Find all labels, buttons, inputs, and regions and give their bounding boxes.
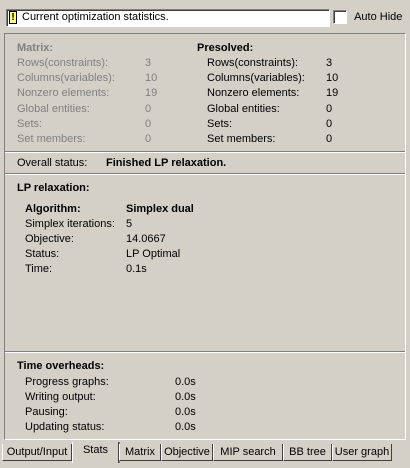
matrix-columns-label: Columns(variables): [17,72,115,84]
presolved-sets-value: 0 [326,118,333,130]
divider [5,173,405,175]
time-value: 0.1s [126,263,147,275]
tab-user-graph[interactable]: User graph [332,444,392,461]
pausing-value: 0.0s [175,406,196,418]
info-text: Current optimization statistics. [22,11,169,23]
matrix-columns-value: 10 [145,72,158,84]
autohide-control[interactable]: Auto Hide [333,10,402,24]
algorithm-label: Algorithm: [25,203,81,215]
progress-graphs-label: Progress graphs: [25,376,109,388]
matrix-nonzero-label: Nonzero elements: [17,87,110,99]
presolved-rows-label: Rows(constraints): [207,57,299,69]
matrix-nonzero-value: 19 [145,87,158,99]
matrix-setmembers-label: Set members: [17,133,86,145]
presolved-title: Presolved: [197,42,254,54]
presolved-columns-label: Columns(variables): [207,72,305,84]
stats-panel: Matrix: Presolved: Rows(constraints): 3 … [4,33,406,440]
updating-status-value: 0.0s [175,421,196,433]
matrix-title: Matrix: [17,42,54,54]
presolved-setmembers-value: 0 [326,133,333,145]
info-box: ! Current optimization statistics. [6,9,330,27]
matrix-rows-value: 3 [145,57,152,69]
info-icon: ! [9,11,17,24]
divider [5,351,405,353]
tab-bb-tree[interactable]: BB tree [283,444,332,461]
tab-mip-search[interactable]: MIP search [213,444,283,461]
pausing-label: Pausing: [25,406,68,418]
presolved-global-value: 0 [326,103,333,115]
overall-status-value: Finished LP relaxation. [106,157,227,169]
writing-output-label: Writing output: [25,391,96,403]
tab-strip: Output/Input Stats Matrix Objective MIP … [2,442,408,466]
presolved-columns-value: 10 [326,72,339,84]
matrix-setmembers-value: 0 [145,133,152,145]
presolved-setmembers-label: Set members: [207,133,276,145]
algorithm-value: Simplex dual [126,203,194,215]
time-label: Time: [25,263,53,275]
autohide-label[interactable]: Auto Hide [354,11,402,23]
matrix-global-value: 0 [145,103,152,115]
status-label: Status: [25,248,60,260]
matrix-sets-label: Sets: [17,118,43,130]
updating-status-label: Updating status: [25,421,105,433]
status-bar: ! Current optimization statistics. Auto … [2,2,408,30]
autohide-checkbox[interactable] [333,10,347,24]
simplex-iterations-label: Simplex iterations: [25,218,115,230]
tab-matrix[interactable]: Matrix [119,444,161,461]
tab-stats[interactable]: Stats [72,442,119,463]
tab-objective[interactable]: Objective [161,444,213,461]
objective-label: Objective: [25,233,74,245]
writing-output-value: 0.0s [175,391,196,403]
tab-output-input[interactable]: Output/Input [2,444,72,461]
simplex-iterations-value: 5 [126,218,133,230]
objective-value: 14.0667 [126,233,166,245]
overall-status-label: Overall status: [17,157,88,169]
progress-graphs-value: 0.0s [175,376,196,388]
status-value: LP Optimal [126,248,181,260]
presolved-nonzero-label: Nonzero elements: [207,87,300,99]
lp-relaxation-title: LP relaxation: [17,182,90,194]
matrix-sets-value: 0 [145,118,152,130]
presolved-sets-label: Sets: [207,118,233,130]
matrix-global-label: Global entities: [17,103,90,115]
matrix-rows-label: Rows(constraints): [17,57,109,69]
presolved-global-label: Global entities: [207,103,280,115]
presolved-rows-value: 3 [326,57,333,69]
divider [5,151,405,153]
presolved-nonzero-value: 19 [326,87,339,99]
time-overheads-title: Time overheads: [17,360,105,372]
